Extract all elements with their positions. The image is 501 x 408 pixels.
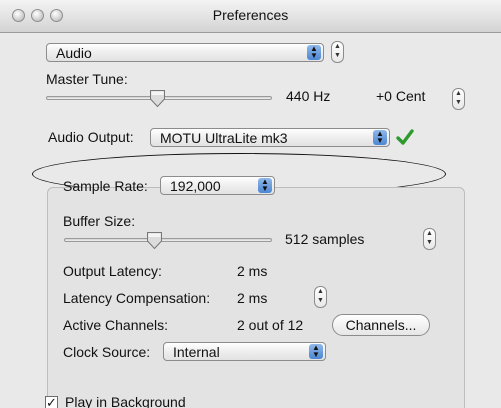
- popup-arrows-icon: ▲ ▼: [258, 178, 272, 193]
- buffer-size-slider-track[interactable]: [64, 238, 272, 242]
- master-tune-cent: +0 Cent: [376, 88, 426, 104]
- checkbox-check-icon: ✓: [46, 395, 57, 408]
- clock-source-popup[interactable]: Internal ▲ ▼: [163, 342, 326, 361]
- popup-arrows-icon: ▲ ▼: [309, 344, 323, 359]
- sample-rate-popup[interactable]: 192,000 ▲ ▼: [160, 176, 275, 195]
- buffer-size-slider-knob[interactable]: [146, 231, 163, 250]
- buffer-size-stepper[interactable]: ▲ ▼: [423, 228, 436, 250]
- popup-arrows-icon: ▲ ▼: [373, 130, 387, 145]
- buffer-size-value: 512 samples: [285, 231, 365, 247]
- audio-output-popup[interactable]: MOTU UltraLite mk3 ▲ ▼: [150, 128, 390, 147]
- audio-output-label: Audio Output:: [48, 129, 134, 145]
- play-in-background-label: Play in Background: [65, 394, 186, 408]
- play-in-background-checkbox[interactable]: ✓: [45, 396, 58, 408]
- checkmark-icon: [396, 129, 414, 145]
- master-tune-slider-knob[interactable]: [149, 89, 166, 108]
- sample-rate-popup-value: 192,000: [170, 178, 221, 194]
- category-popup-value: Audio: [56, 45, 92, 61]
- latency-compensation-label: Latency Compensation:: [63, 290, 211, 306]
- preferences-window: Preferences Audio ▲ ▼ ▲ ▼ Master Tune: 440…: [0, 0, 501, 408]
- latency-compensation-value: 2 ms: [237, 290, 268, 306]
- popup-arrows-icon: ▲ ▼: [307, 45, 321, 60]
- channels-button[interactable]: Channels...: [332, 314, 430, 336]
- active-channels-label: Active Channels:: [63, 317, 169, 333]
- master-tune-stepper[interactable]: ▲ ▼: [452, 88, 465, 110]
- latency-compensation-stepper[interactable]: ▲ ▼: [314, 286, 327, 308]
- category-stepper[interactable]: ▲ ▼: [331, 41, 344, 63]
- output-latency-label: Output Latency:: [63, 263, 162, 279]
- master-tune-frequency: 440 Hz: [286, 88, 331, 104]
- clock-source-popup-value: Internal: [173, 344, 220, 360]
- audio-output-popup-value: MOTU UltraLite mk3: [160, 130, 288, 146]
- category-popup[interactable]: Audio ▲ ▼: [46, 43, 324, 62]
- title-bar[interactable]: Preferences: [0, 0, 501, 33]
- master-tune-label: Master Tune:: [46, 71, 128, 87]
- buffer-size-label: Buffer Size:: [63, 213, 136, 229]
- output-latency-value: 2 ms: [237, 263, 268, 279]
- sample-rate-label: Sample Rate:: [63, 178, 148, 194]
- preferences-content: Audio ▲ ▼ ▲ ▼ Master Tune: 440 Hz +0 Cent …: [0, 33, 501, 408]
- active-channels-value: 2 out of 12: [237, 317, 304, 333]
- clock-source-label: Clock Source:: [63, 344, 151, 360]
- window-title: Preferences: [212, 7, 289, 23]
